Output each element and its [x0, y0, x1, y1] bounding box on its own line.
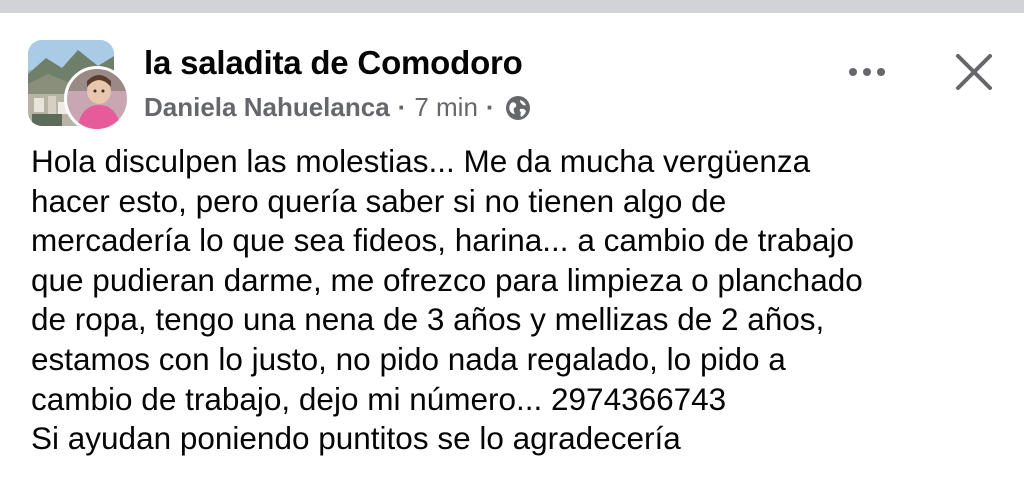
- author-avatar[interactable]: [64, 66, 130, 132]
- post-header: la saladita de Comodoro Daniela Nahuelan…: [28, 38, 998, 132]
- post-text-line: que pudieran darme, me ofrezco para limp…: [31, 261, 863, 298]
- post-text-line: hacer esto, pero quería saber si no tien…: [31, 182, 727, 219]
- more-options-button[interactable]: [840, 52, 894, 92]
- more-dots-icon: [849, 68, 885, 76]
- author-name-link[interactable]: Daniela Nahuelanca: [144, 92, 390, 123]
- post-text-line: de ropa, tengo una nena de 3 años y mell…: [31, 301, 825, 338]
- globe-icon[interactable]: [505, 95, 531, 121]
- post-text-line: Hola disculpen las molestias... Me da mu…: [31, 143, 811, 179]
- author-avatar-image: [67, 69, 127, 129]
- meta-separator: ·: [397, 92, 407, 122]
- post-text-line: cambio de trabajo, dejo mi número... 297…: [31, 380, 727, 417]
- post-meta: Daniela Nahuelanca · 7 min ·: [144, 92, 531, 123]
- feed-divider: [0, 0, 1024, 13]
- close-icon: [956, 54, 992, 90]
- close-button[interactable]: [946, 44, 1002, 100]
- avatar-group[interactable]: [28, 40, 130, 132]
- group-name-link[interactable]: la saladita de Comodoro: [144, 44, 523, 82]
- post-text: Hola disculpen las molestias... Me da mu…: [31, 142, 1006, 459]
- post-text-line: Si ayudan poniendo puntitos se lo agrade…: [31, 420, 681, 457]
- post-timestamp[interactable]: 7 min: [414, 92, 478, 123]
- meta-separator: ·: [485, 92, 495, 122]
- post-text-line: mercadería lo que sea fideos, harina... …: [31, 222, 854, 259]
- post-text-line: estamos con lo justo, no pido nada regal…: [31, 340, 786, 377]
